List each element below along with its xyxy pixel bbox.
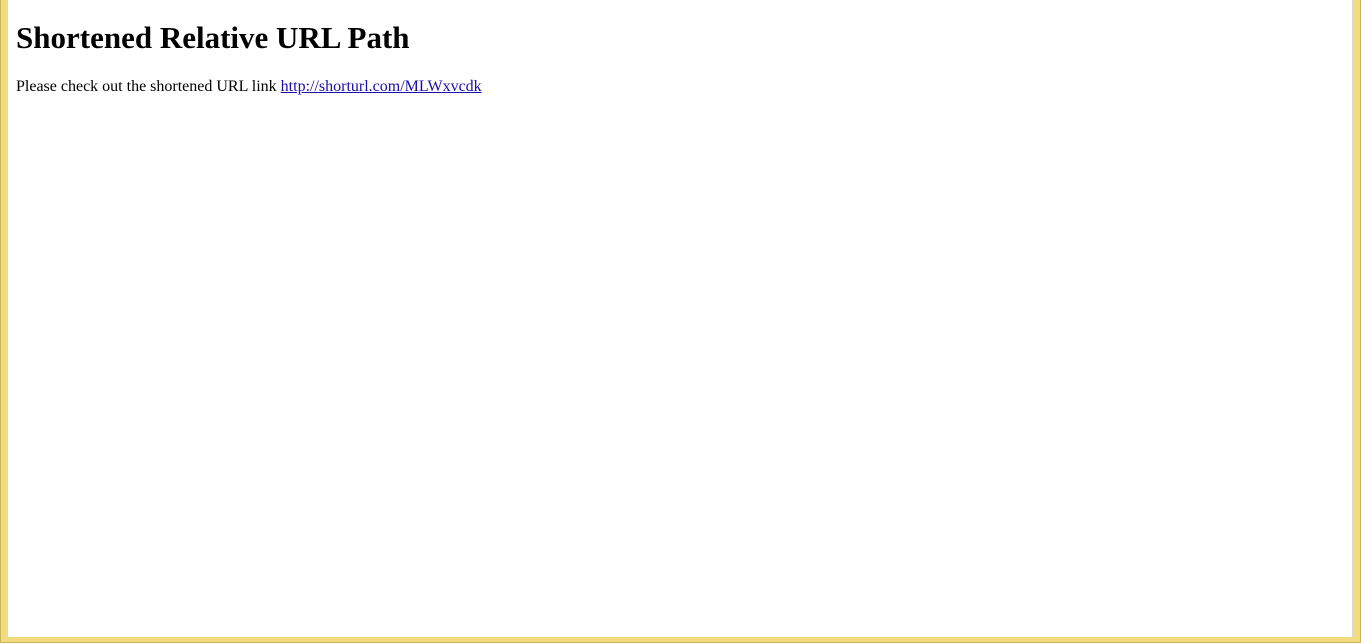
page-title: Shortened Relative URL Path xyxy=(16,20,410,55)
message-text: Please check out the shortened URL link xyxy=(16,78,281,95)
browser-viewport: Shortened Relative URL Path Please check… xyxy=(8,0,1353,637)
page-content: Shortened Relative URL Path Please check… xyxy=(8,19,1352,97)
window-frame: Shortened Relative URL Path Please check… xyxy=(0,0,1361,643)
shortened-url-link[interactable]: http://shorturl.com/MLWxvcdk xyxy=(281,78,482,95)
message-paragraph: Please check out the shortened URL link … xyxy=(16,77,1352,97)
